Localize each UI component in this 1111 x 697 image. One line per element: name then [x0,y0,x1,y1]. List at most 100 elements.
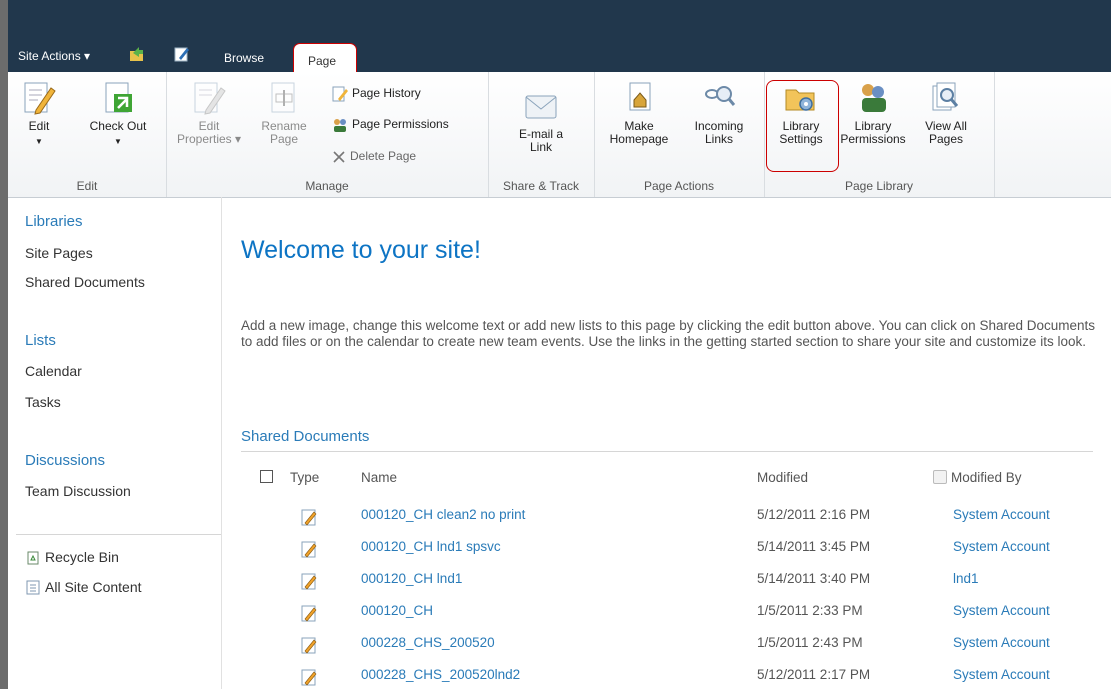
view-all-pages-label-1: View All [925,119,967,133]
column-header-type[interactable]: Type [290,470,319,485]
navigate-up-icon[interactable] [128,45,146,63]
document-name-link[interactable]: 000228_CHS_200520lnd2 [361,667,520,682]
select-all-checkbox[interactable] [260,470,273,483]
edit-properties-label-2: Properties [176,132,232,146]
modified-by-link[interactable]: lnd1 [953,571,979,586]
ribbon-group-manage: Edit Properties ▾ Rename Page Page Histo… [166,72,489,197]
ribbon-group-share-track: E-mail a Link Share & Track [488,72,595,197]
modified-by-filter-checkbox[interactable] [933,470,947,484]
document-name-link[interactable]: 000120_CH lnd1 [361,571,462,586]
table-row: 000120_CH lnd1 spsvc 5/14/2011 3:45 PM S… [0,539,1111,569]
ribbon-group-label: Share & Track [502,179,580,193]
nav-libraries-heading[interactable]: Libraries [25,213,83,230]
modified-date: 5/14/2011 3:45 PM [757,539,871,554]
tab-page[interactable]: Page [293,43,357,73]
nav-item-calendar[interactable]: Calendar [25,363,82,379]
ribbon: Edit ▼ Check Out ▼ Edit Edit Properties … [8,72,1111,198]
document-edit-icon [301,541,317,558]
incoming-links-icon [705,86,736,106]
dropdown-arrow-icon: ▼ [114,137,122,146]
document-edit-icon [301,509,317,526]
edit-page-icon[interactable] [173,45,191,63]
edit-properties-icon [194,82,226,115]
tab-browse[interactable]: Browse [224,51,264,65]
page-history-label: Page History [352,86,421,101]
edit-button-label: Edit [28,119,50,133]
nav-item-site-pages[interactable]: Site Pages [25,245,93,261]
table-row: 000120_CH clean2 no print 5/12/2011 2:16… [0,507,1111,537]
homepage-icon [629,82,651,111]
column-header-modified-by[interactable]: Modified By [951,470,1022,485]
ribbon-group-edit: Edit ▼ Check Out ▼ Edit [8,72,167,197]
nav-item-tasks[interactable]: Tasks [25,394,61,410]
ribbon-tab-row: Site Actions ▾ Browse Page [8,35,1111,73]
library-settings-highlight [766,80,839,172]
document-edit-icon [301,669,317,686]
document-edit-icon [301,605,317,622]
rename-page-label-2: Page [269,132,299,146]
view-all-pages-button[interactable]: View All Pages [918,80,974,146]
modified-by-link[interactable]: System Account [953,667,1050,682]
edit-properties-button[interactable]: Edit Properties ▾ [174,80,244,146]
welcome-text: Add a new image, change this welcome tex… [241,318,1096,349]
email-link-button[interactable]: E-mail a Link [508,88,574,154]
modified-date: 5/12/2011 2:16 PM [757,507,871,522]
modified-by-link[interactable]: System Account [953,603,1050,618]
incoming-links-label-1: Incoming [694,119,744,133]
nav-lists-heading[interactable]: Lists [25,332,56,349]
incoming-links-label-2: Links [704,132,733,146]
document-edit-icon [301,573,317,590]
site-actions-menu[interactable]: Site Actions ▾ [18,49,90,63]
email-link-label-1: E-mail a [518,127,563,141]
library-permissions-label-2: Permissions [840,132,906,146]
webpart-title-shared-documents[interactable]: Shared Documents [241,428,369,445]
edit-icon [24,82,56,115]
page-history-button[interactable]: Page History [332,86,421,102]
table-row: 000228_CHS_200520 1/5/2011 2:43 PM Syste… [0,635,1111,665]
ribbon-group-label: Page Library [844,179,914,193]
view-all-pages-label-2: Pages [928,132,964,146]
delete-icon [333,151,345,163]
document-name-link[interactable]: 000120_CH clean2 no print [361,507,525,522]
rename-page-label-1: Rename [261,119,307,133]
delete-page-label: Delete Page [350,149,417,163]
page-title: Welcome to your site! [241,236,481,264]
ribbon-group-page-actions: Make Homepage Incoming Links Page Action… [594,72,765,197]
webpart-divider [241,451,1093,452]
email-icon [525,95,557,119]
modified-date: 1/5/2011 2:43 PM [757,635,863,650]
nav-item-team-discussion[interactable]: Team Discussion [25,483,131,499]
make-homepage-button[interactable]: Make Homepage [604,80,674,146]
incoming-links-button[interactable]: Incoming Links [686,80,752,146]
document-edit-icon [301,637,317,654]
modified-by-link[interactable]: System Account [953,507,1050,522]
dropdown-arrow-icon: ▼ [35,137,43,146]
page-permissions-button[interactable]: Page Permissions [332,117,449,133]
check-out-button-label: Check Out [89,119,147,133]
document-name-link[interactable]: 000120_CH lnd1 spsvc [361,539,501,554]
library-permissions-button[interactable]: Library Permissions [836,80,910,146]
column-header-name[interactable]: Name [361,470,397,485]
document-name-link[interactable]: 000228_CHS_200520 [361,635,495,650]
modified-by-link[interactable]: System Account [953,635,1050,650]
column-header-modified[interactable]: Modified [757,470,808,485]
table-row: 000120_CH lnd1 5/14/2011 3:40 PM lnd1 [0,571,1111,601]
document-name-link[interactable]: 000120_CH [361,603,433,618]
rename-page-icon [271,82,295,113]
check-out-button[interactable]: Check Out ▼ [80,80,156,148]
nav-discussions-heading[interactable]: Discussions [25,452,105,469]
edit-button[interactable]: Edit ▼ [16,80,62,148]
modified-by-link[interactable]: System Account [953,539,1050,554]
modified-date: 5/14/2011 3:40 PM [757,571,871,586]
page-history-icon [332,86,348,102]
ribbon-group-label: Edit [76,179,98,193]
library-permissions-icon [862,84,886,112]
nav-item-shared-documents[interactable]: Shared Documents [25,274,145,290]
page-permissions-label: Page Permissions [352,117,449,132]
table-row: 000228_CHS_200520lnd2 5/12/2011 2:17 PM … [0,667,1111,697]
rename-page-button[interactable]: Rename Page [259,80,309,146]
library-permissions-label-1: Library [854,119,892,133]
make-homepage-label-2: Homepage [609,132,669,146]
delete-page-button[interactable]: Delete Page [332,149,416,164]
page-permissions-icon [334,119,346,132]
